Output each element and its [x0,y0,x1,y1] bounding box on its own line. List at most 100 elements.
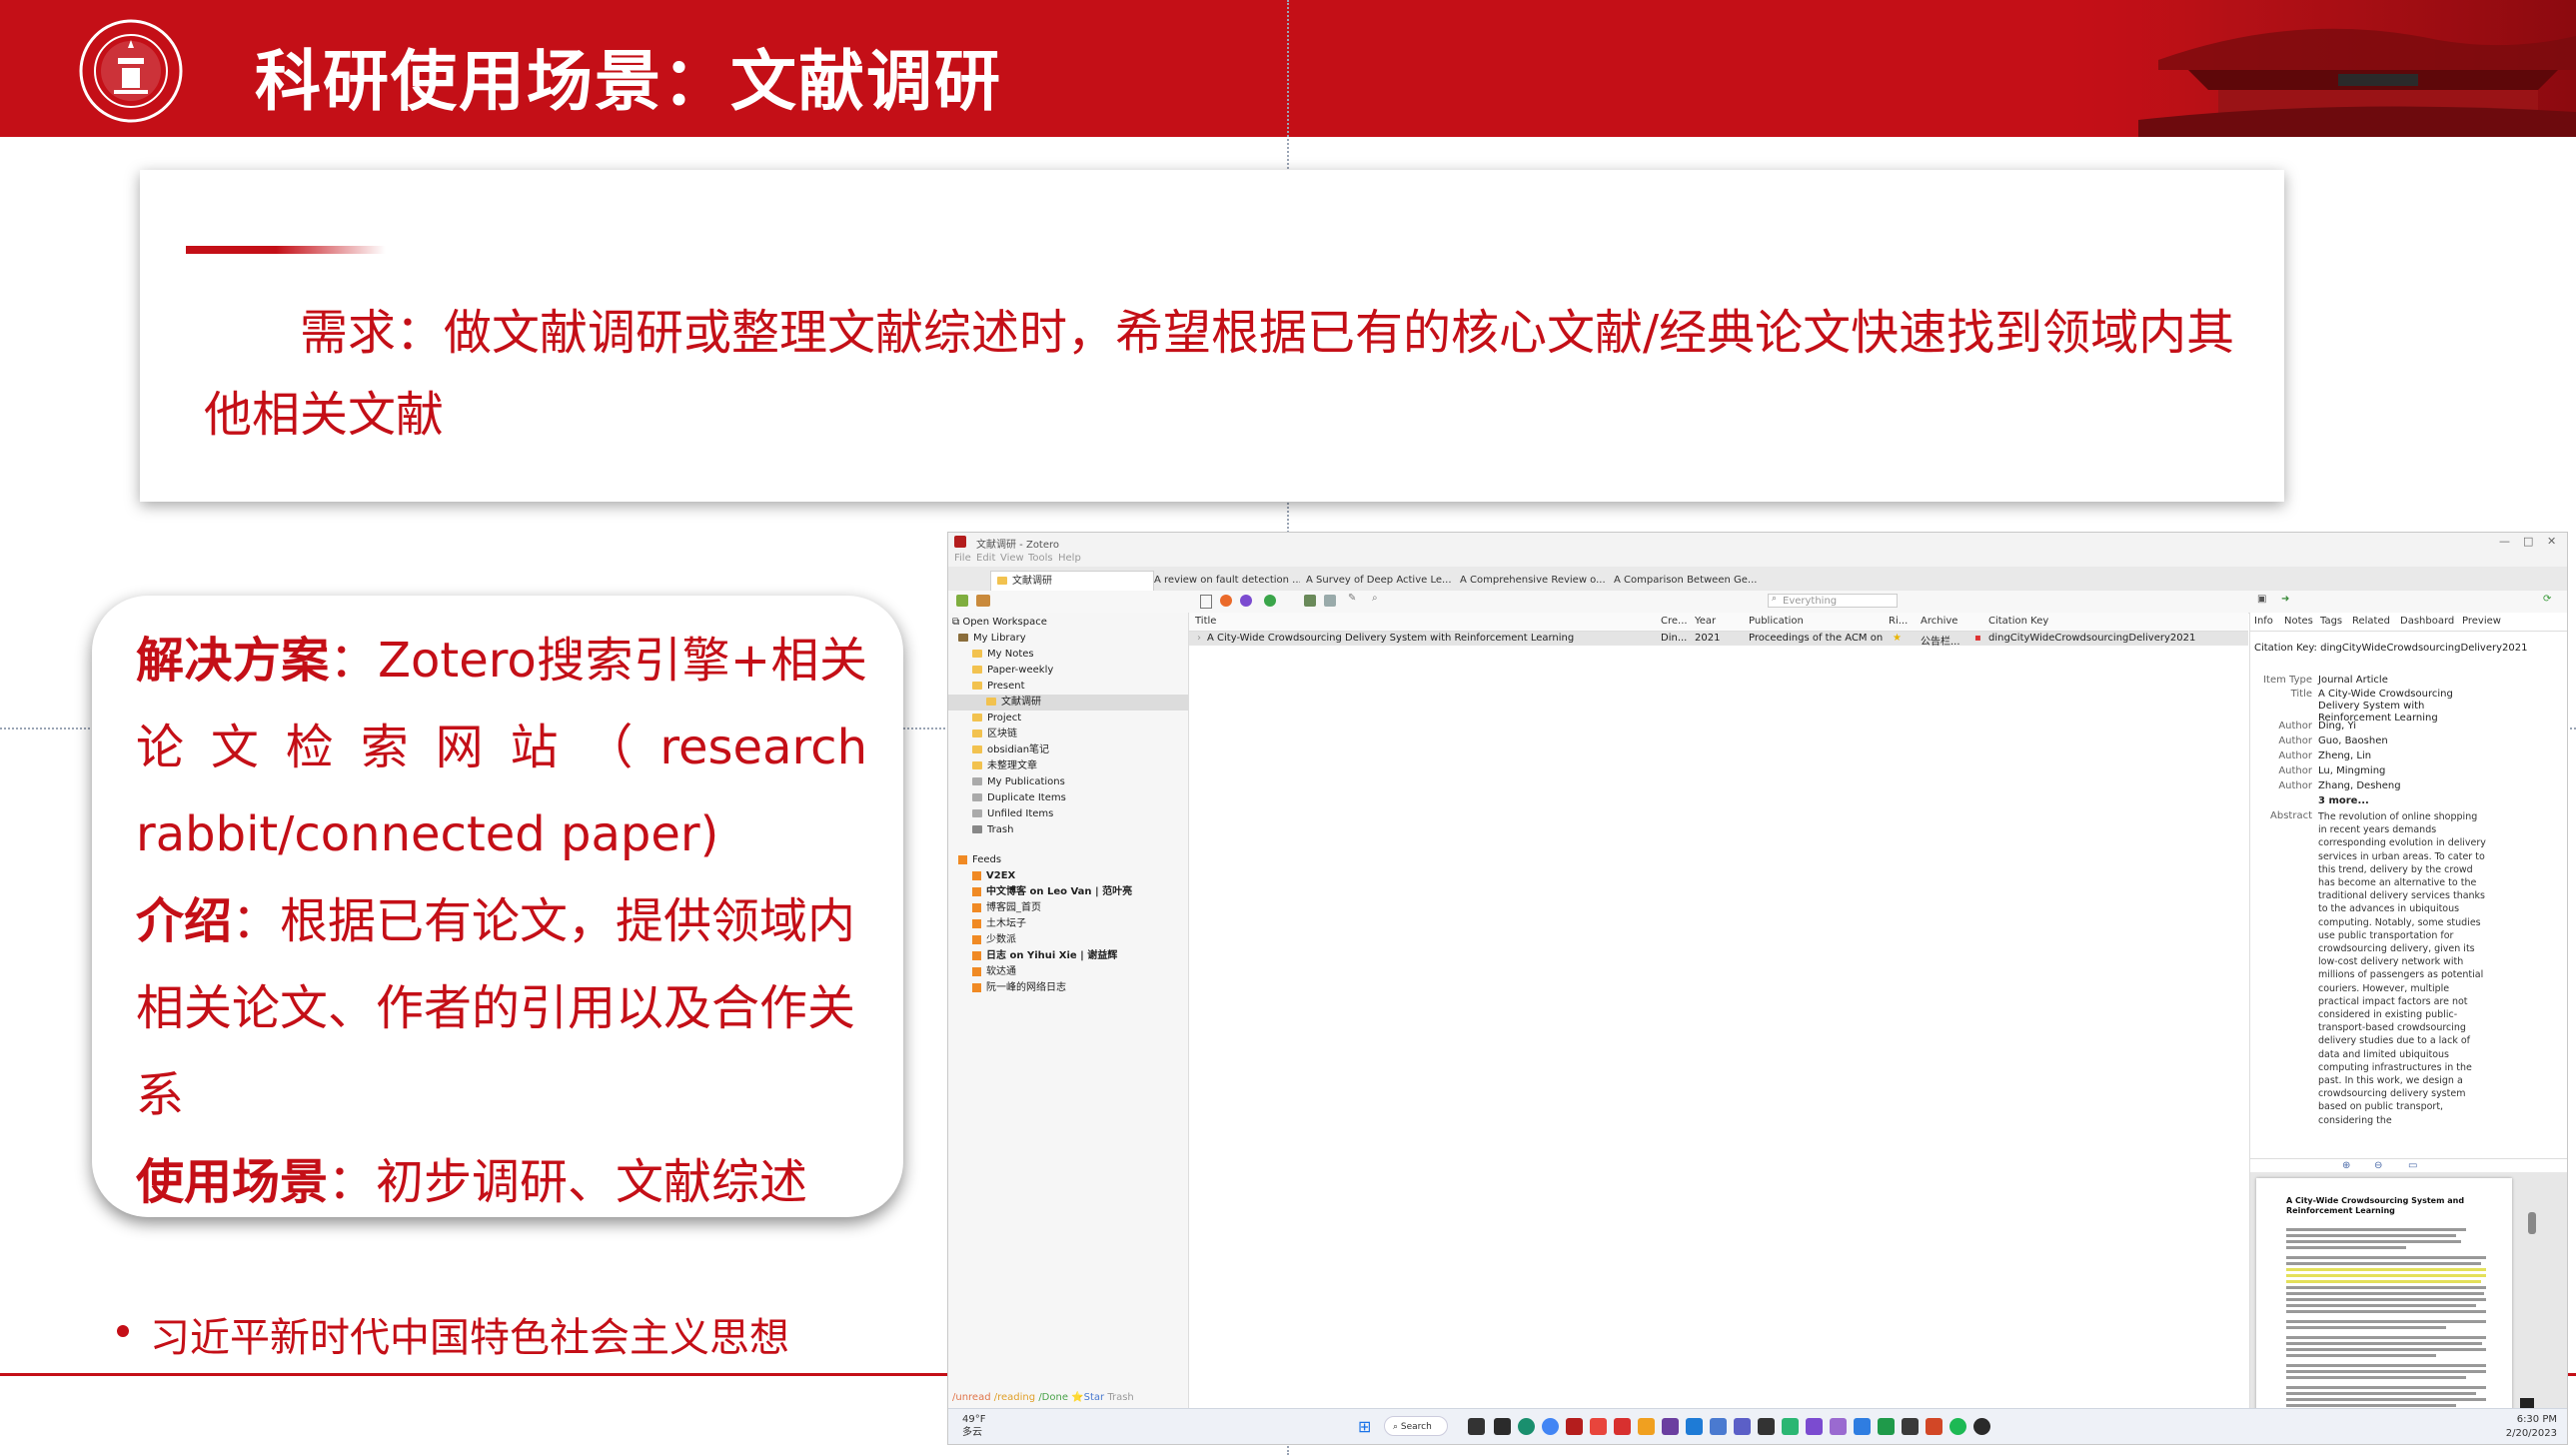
vscode-icon[interactable] [1686,1418,1703,1435]
feed-item[interactable]: V2EX [948,868,1212,884]
annotate-icon[interactable] [1324,595,1336,607]
tab-related[interactable]: Related [2352,616,2390,627]
col-title[interactable]: Title [1195,616,1216,627]
col-year[interactable]: Year [1695,616,1716,627]
edge-icon[interactable] [1518,1418,1535,1435]
tag-star[interactable]: ⭐Star [1071,1392,1104,1403]
tree-obsidian[interactable]: obsidian笔记 [948,742,1212,758]
col-creator[interactable]: Cre... [1661,616,1688,627]
feed-item[interactable]: 博客园_首页 [948,900,1212,916]
app-icon[interactable] [1830,1418,1847,1435]
more-authors-link[interactable]: 3 more... [2254,795,2567,806]
tree-feeds[interactable]: Feeds [948,852,1198,868]
feed-item[interactable]: 少数派 [948,932,1212,948]
tree-unfiled[interactable]: Unfiled Items [948,806,1212,822]
tab-notes[interactable]: Notes [2284,616,2313,627]
tree-present[interactable]: Present [948,679,1212,695]
minimize-icon[interactable]: — [2499,535,2510,548]
tree-my-publications[interactable]: My Publications [948,774,1212,790]
zoom-in-icon[interactable]: ⊕ [2342,1160,2350,1171]
forward-icon[interactable]: ➜ [2281,594,2289,605]
pdf-preview[interactable]: A City-Wide Crowdsourcing System and Rei… [2250,1172,2567,1444]
feed-item[interactable]: 日志 on Yihui Xie | 谢益辉 [948,948,1212,964]
chrome-icon[interactable] [1542,1418,1559,1435]
app-icon[interactable] [1758,1418,1775,1435]
feed-item[interactable]: 中文博客 on Leo Van | 范叶亮 [948,884,1212,900]
powerpoint-icon[interactable] [1926,1418,1942,1435]
tab-tags[interactable]: Tags [2320,616,2342,627]
app-icon[interactable] [1614,1418,1631,1435]
feed-item[interactable]: 土木坛子 [948,916,1212,932]
zotero-taskbar-icon[interactable] [1566,1418,1583,1435]
app-icon[interactable] [1782,1418,1799,1435]
tag-reading[interactable]: /reading [994,1392,1035,1403]
col-citation-key[interactable]: Citation Key [1988,616,2048,627]
terminal-icon[interactable] [1902,1418,1919,1435]
new-note-icon[interactable] [1200,595,1212,609]
author-value[interactable]: Zheng, Lin [2318,750,2371,761]
tree-paper-weekly[interactable]: Paper-weekly [948,663,1212,679]
attachment-icon[interactable] [1304,595,1316,607]
obsidian-icon[interactable] [1662,1418,1679,1435]
tab-reader-3[interactable]: A Comprehensive Review o... ✕ [1454,571,1606,591]
tag-unread[interactable]: /unread [952,1392,991,1403]
author-value[interactable]: Lu, Mingming [2318,765,2385,776]
col-archive[interactable]: Archive [1921,616,1957,627]
table-row[interactable]: › A City-Wide Crowdsourcing Delivery Sys… [1189,632,2248,648]
tree-open-workspace[interactable]: ⧉ Open Workspace [948,615,1192,631]
tree-trash[interactable]: Trash [948,822,1212,838]
task-view-icon[interactable] [1468,1418,1485,1435]
tree-selected-collection[interactable]: 文献调研 [948,695,1188,711]
app-icon[interactable] [1973,1418,1990,1435]
taskbar-search[interactable]: ⌕ Search [1384,1416,1448,1436]
col-rating[interactable]: Ri... [1889,616,1908,627]
fit-page-icon[interactable]: ▭ [2408,1160,2417,1171]
tree-blockchain[interactable]: 区块链 [948,727,1212,742]
app-icon[interactable] [1494,1418,1511,1435]
windows-start-icon[interactable]: ⊞ [1358,1417,1371,1436]
tab-library[interactable]: 文献调研 [990,571,1154,592]
search-input[interactable]: Everything [1768,594,1898,608]
app-icon[interactable] [1949,1418,1966,1435]
maximize-icon[interactable]: □ [2523,535,2533,548]
app-icon[interactable] [1806,1418,1823,1435]
feed-item[interactable]: 阮一峰的网络日志 [948,980,1212,996]
tree-unsorted[interactable]: 未整理文章 [948,758,1212,774]
menu-tools[interactable]: Tools [1028,553,1053,564]
app-icon[interactable] [1710,1418,1727,1435]
expand-icon[interactable]: › [1197,633,1201,644]
tab-reader-2[interactable]: A Survey of Deep Active Le... ✕ [1300,571,1452,591]
tree-duplicates[interactable]: Duplicate Items [948,790,1212,806]
author-value[interactable]: Ding, Yi [2318,721,2356,731]
locate-icon[interactable]: ⌕ [1372,593,1378,604]
title-value[interactable]: A City-Wide Crowdsourcing Delivery Syste… [2318,689,2488,725]
add-by-identifier-icon[interactable] [1220,595,1232,607]
menu-edit[interactable]: Edit [976,553,995,564]
taskbar-clock[interactable]: 6:30 PM 2/20/2023 [2506,1413,2557,1441]
author-value[interactable]: Zhang, Desheng [2318,780,2401,791]
tree-my-library[interactable]: My Library [948,631,1198,647]
teams-icon[interactable] [1734,1418,1751,1435]
tag-done[interactable]: /Done [1038,1392,1068,1403]
tab-dashboard[interactable]: Dashboard [2400,616,2454,627]
edit-icon[interactable]: ✎ [1348,593,1356,604]
app-icon[interactable] [1590,1418,1607,1435]
tab-reader-4[interactable]: A Comparison Between Ge... ✕ [1608,571,1760,591]
tab-info[interactable]: Info [2254,616,2273,627]
weather-widget[interactable]: 49°F 多云 [962,1413,985,1439]
tag-trash[interactable]: Trash [1107,1392,1133,1403]
tree-project[interactable]: Project [948,711,1212,727]
zoom-out-icon[interactable]: ⊖ [2374,1160,2382,1171]
sync-icon[interactable]: ▣ [2257,594,2266,605]
menu-file[interactable]: File [954,553,971,564]
tree-my-notes[interactable]: My Notes [948,647,1212,663]
menu-help[interactable]: Help [1058,553,1081,564]
abstract-text[interactable]: The revolution of online shopping in rec… [2318,810,2488,1127]
col-publication[interactable]: Publication [1749,616,1804,627]
scrollbar-thumb[interactable] [2528,1212,2536,1234]
todo-icon[interactable] [1854,1418,1871,1435]
feed-item[interactable]: 软达通 [948,964,1212,980]
tab-reader-1[interactable]: A review on fault detection ... ✕ [1148,571,1300,591]
app-icon[interactable] [1878,1418,1895,1435]
close-icon[interactable]: ✕ [2547,535,2556,548]
